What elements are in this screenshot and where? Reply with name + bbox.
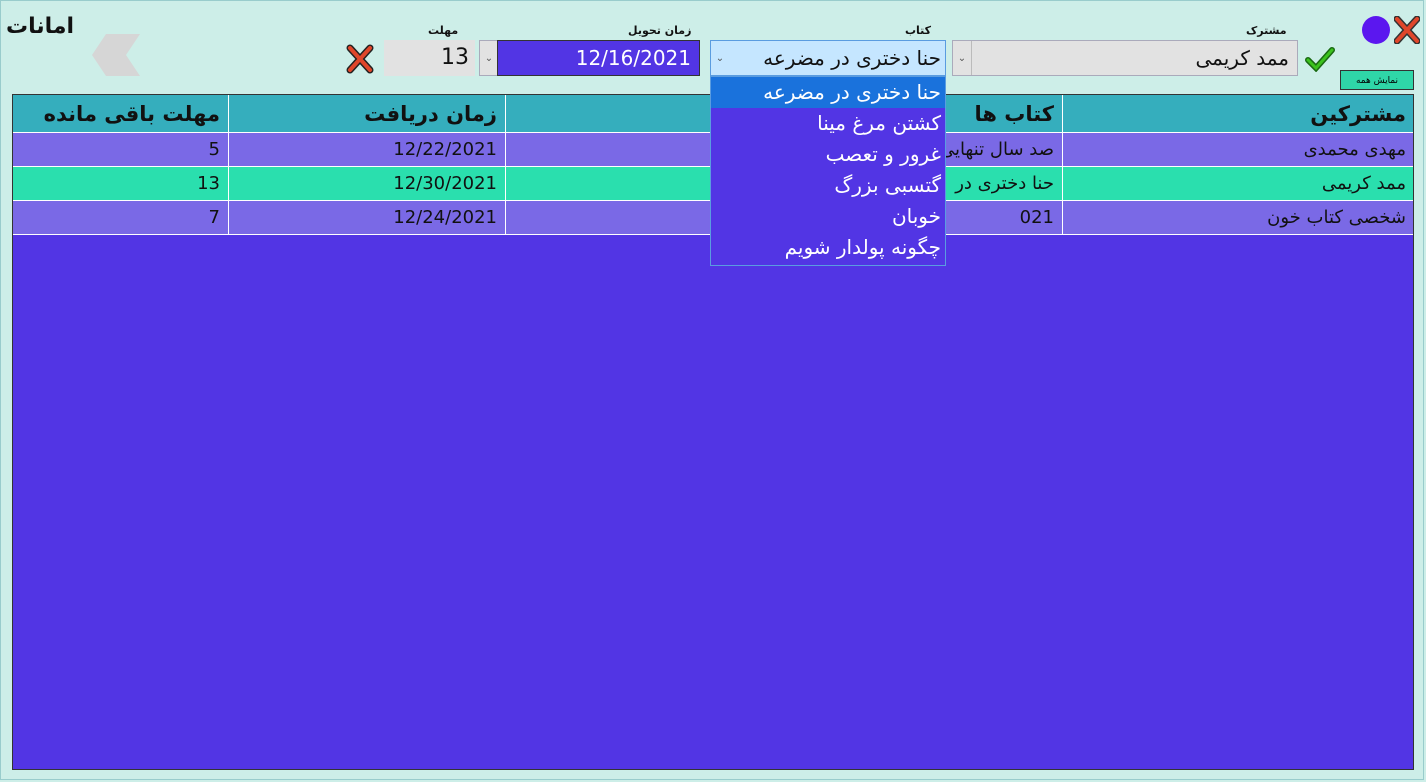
cell-receive: 12/24/2021 bbox=[228, 200, 506, 235]
close-icon[interactable] bbox=[1394, 16, 1420, 44]
column-header-receive[interactable]: زمان دریافت bbox=[228, 95, 506, 133]
book-label: کتاب bbox=[905, 24, 932, 37]
customer-select[interactable]: ⌄ ممد کریمی bbox=[952, 40, 1298, 76]
deadline-label: مهلت bbox=[428, 24, 459, 37]
customer-label: مشترک bbox=[1246, 24, 1287, 37]
page-title: امانات bbox=[6, 14, 75, 39]
cell-receive: 12/22/2021 bbox=[228, 132, 506, 167]
book-dropdown-list: حنا دختری در مضرعه کشتن مرغ مینا غرور و … bbox=[710, 76, 946, 266]
delivery-time-label: زمان تحویل bbox=[628, 24, 692, 37]
dropdown-arrow-icon[interactable]: ⌄ bbox=[480, 41, 498, 75]
dropdown-option[interactable]: چگونه پولدار شویم bbox=[711, 232, 945, 263]
dropdown-option[interactable]: حنا دختری در مضرعه bbox=[711, 77, 945, 108]
delivery-date-picker[interactable]: ⌄ bbox=[479, 40, 499, 76]
cell-customer: مهدی محمدی bbox=[1062, 132, 1413, 167]
dropdown-arrow-icon[interactable]: ⌄ bbox=[711, 41, 729, 75]
check-icon[interactable] bbox=[1305, 46, 1335, 72]
circle-icon[interactable] bbox=[1362, 16, 1390, 44]
cell-remaining: 5 bbox=[13, 132, 229, 167]
cell-remaining: 13 bbox=[13, 166, 229, 201]
dropdown-option[interactable]: خوبان bbox=[711, 201, 945, 232]
dropdown-option[interactable]: گتسبی بزرگ bbox=[711, 170, 945, 201]
column-header-remaining[interactable]: مهلت باقی مانده bbox=[13, 95, 229, 133]
dropdown-option[interactable]: کشتن مرغ مینا bbox=[711, 108, 945, 139]
book-select-value: حنا دختری در مضرعه bbox=[763, 46, 941, 70]
column-header-customers[interactable]: مشترکین bbox=[1062, 95, 1413, 133]
dropdown-option[interactable]: غرور و تعصب bbox=[711, 139, 945, 170]
cell-receive: 12/30/2021 bbox=[228, 166, 506, 201]
cell-customer: ممد کریمی bbox=[1062, 166, 1413, 201]
delivery-date-field[interactable]: 12/16/2021 bbox=[497, 40, 700, 76]
customer-select-value: ممد کریمی bbox=[1195, 46, 1290, 70]
book-select-field[interactable]: ⌄ حنا دختری در مضرعه bbox=[710, 40, 946, 76]
dropdown-arrow-icon[interactable]: ⌄ bbox=[953, 41, 972, 75]
show-all-button[interactable]: نمایش همه bbox=[1340, 70, 1414, 90]
cell-customer: شخصی کتاب خون bbox=[1062, 200, 1413, 235]
back-arrow-icon[interactable] bbox=[92, 34, 140, 76]
deadline-field[interactable]: 13 bbox=[384, 40, 475, 76]
cancel-icon[interactable] bbox=[346, 44, 374, 74]
cell-remaining: 7 bbox=[13, 200, 229, 235]
book-select[interactable]: ⌄ حنا دختری در مضرعه حنا دختری در مضرعه … bbox=[710, 40, 946, 266]
